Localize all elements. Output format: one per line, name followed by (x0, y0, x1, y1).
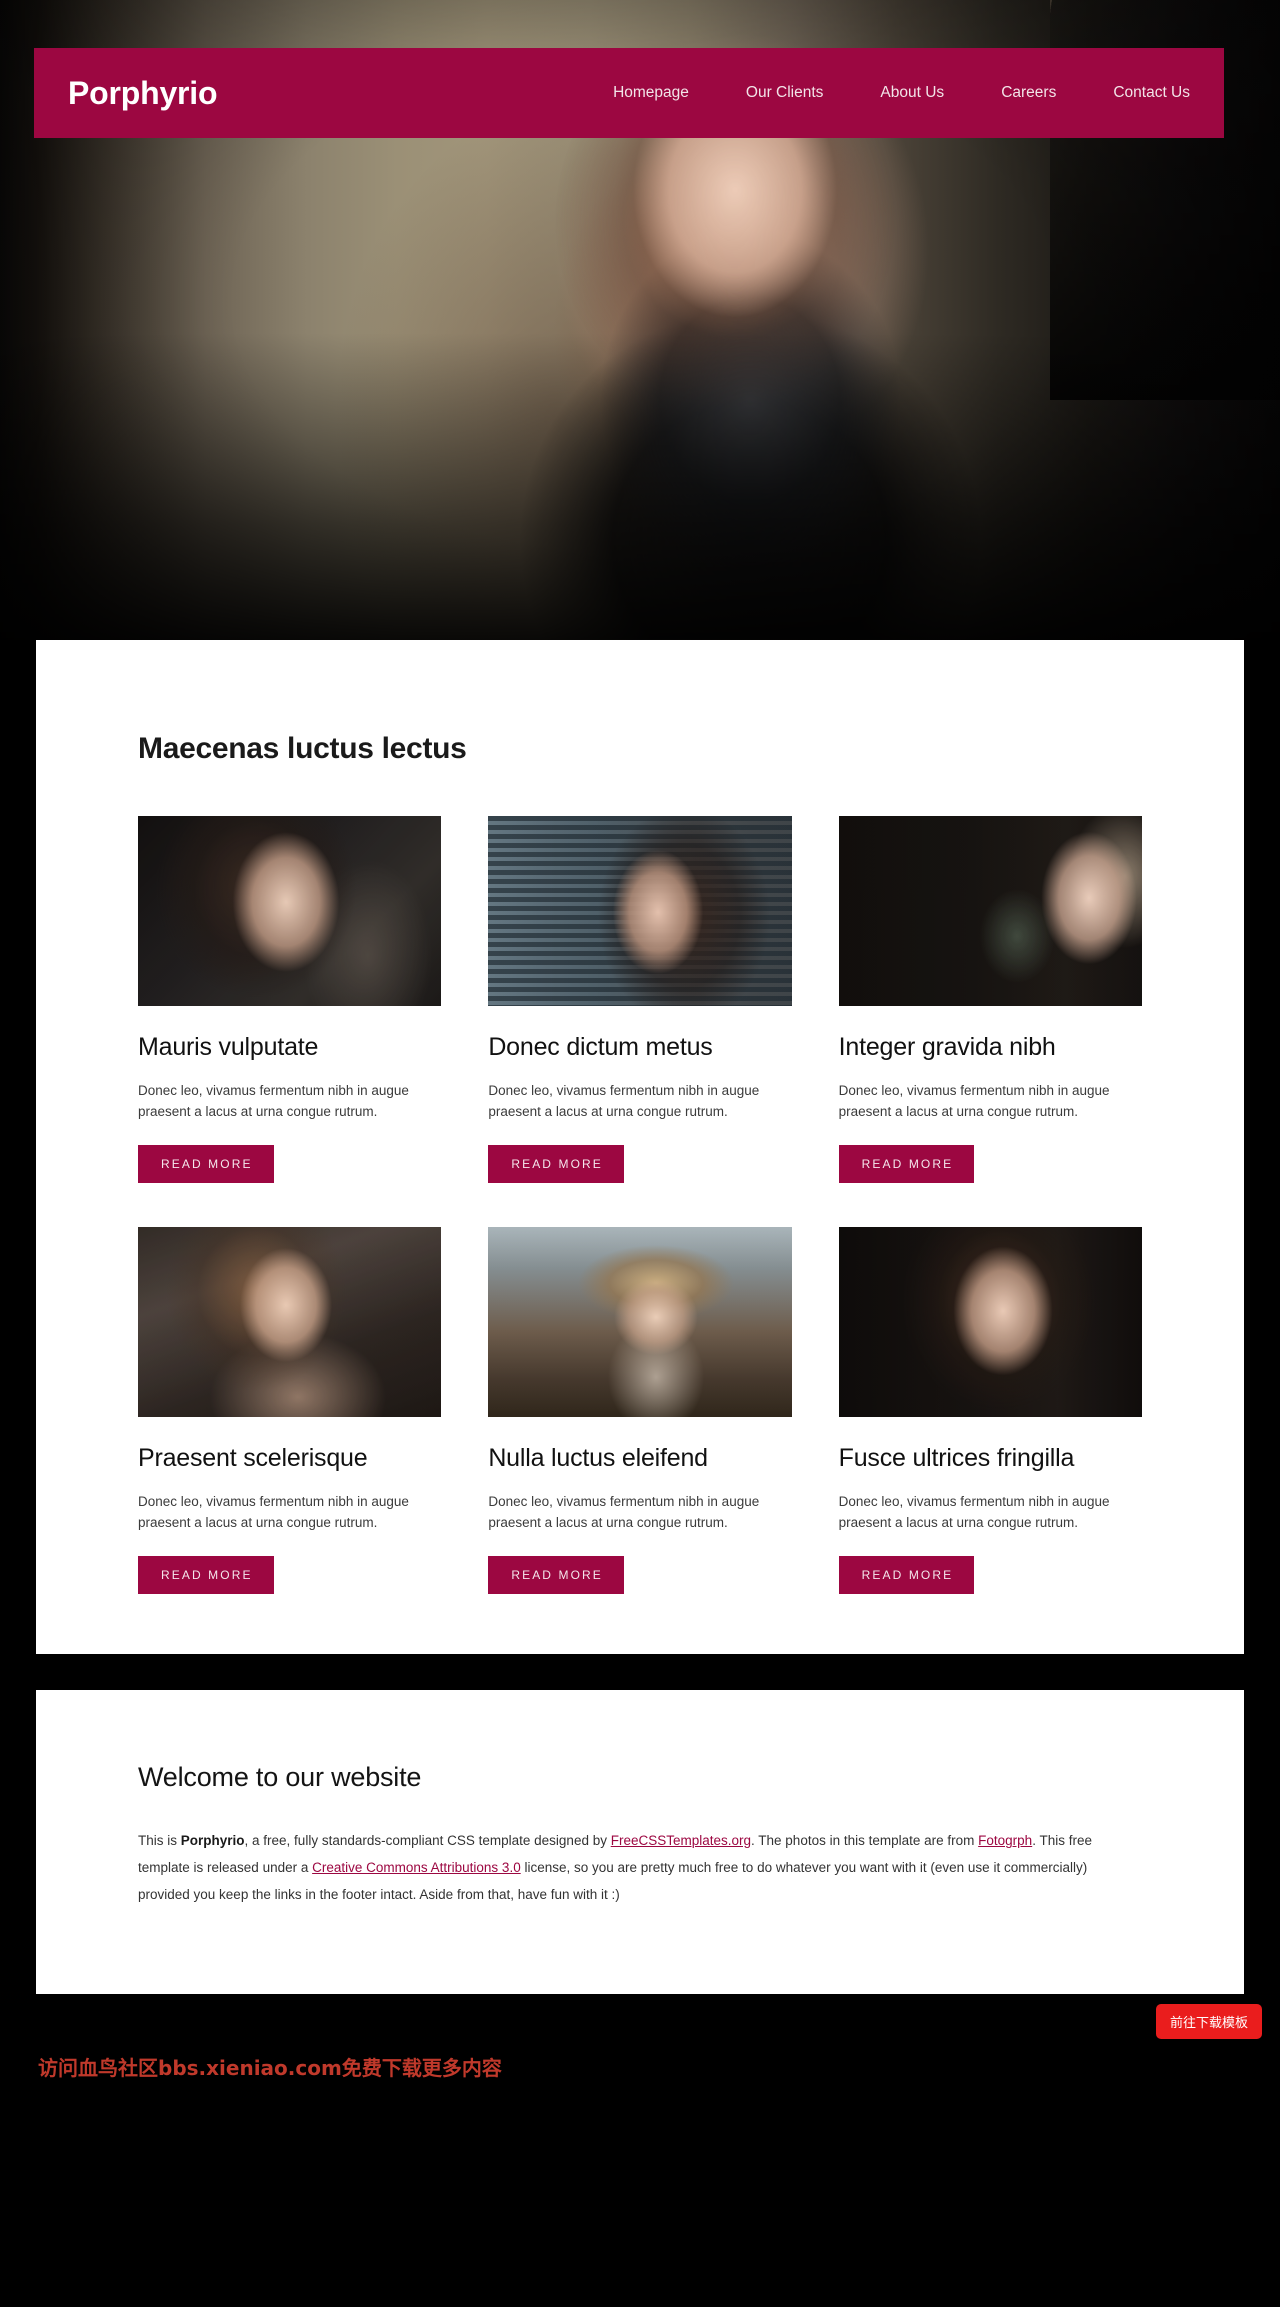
nav-item-our-clients[interactable]: Our Clients (746, 84, 824, 102)
card-item: Mauris vulputate Donec leo, vivamus ferm… (138, 816, 442, 1184)
card-item: Nulla luctus eleifend Donec leo, vivamus… (488, 1227, 792, 1595)
read-more-button[interactable]: READ MORE (838, 1145, 975, 1184)
footer-panel: Welcome to our website This is Porphyrio… (36, 1690, 1244, 1995)
photo-portrait-woman-window-blinds (488, 816, 792, 1006)
footer-text-part2: , a free, fully standards-compliant CSS … (244, 1833, 611, 1849)
footer-title: Welcome to our website (138, 1762, 422, 1793)
main-navigation: Homepage Our Clients About Us Careers Co… (613, 84, 1190, 102)
card-description: Donec leo, vivamus fermentum nibh in aug… (138, 1083, 409, 1119)
card-item: Donec dictum metus Donec leo, vivamus fe… (488, 816, 792, 1184)
read-more-button[interactable]: READ MORE (838, 1556, 975, 1595)
card-title: Nulla luctus eleifend (488, 1444, 708, 1473)
card-item: Integer gravida nibh Donec leo, vivamus … (838, 816, 1142, 1184)
card-thumbnail-1[interactable] (138, 816, 442, 1006)
card-description: Donec leo, vivamus fermentum nibh in aug… (838, 1494, 1110, 1530)
card-thumbnail-6[interactable] (838, 1227, 1142, 1418)
watermark-bar: 访问血鸟社区bbs.xieniao.com免费下载更多内容 前往下载模板 (0, 1994, 1280, 2135)
read-more-button[interactable]: READ MORE (488, 1556, 624, 1595)
footer-text-part3: . The photos in this template are from (751, 1833, 979, 1849)
read-more-button[interactable]: READ MORE (488, 1145, 624, 1184)
download-template-button[interactable]: 前往下载模板 (1155, 2004, 1262, 2040)
photo-portrait-woman-dark-profile (138, 816, 442, 1006)
card-description: Donec leo, vivamus fermentum nibh in aug… (838, 1083, 1110, 1119)
card-title: Praesent scelerisque (138, 1444, 368, 1473)
read-more-button[interactable]: READ MORE (138, 1556, 274, 1595)
card-item: Fusce ultrices fringilla Donec leo, viva… (838, 1227, 1142, 1595)
nav-item-about-us[interactable]: About Us (880, 84, 944, 102)
card-title: Fusce ultrices fringilla (838, 1444, 1075, 1473)
card-thumbnail-5[interactable] (488, 1227, 792, 1418)
card-grid: Mauris vulputate Donec leo, vivamus ferm… (138, 816, 1142, 1595)
footer-brand-name: Porphyrio (180, 1833, 245, 1849)
footer-text-part1: This is (138, 1833, 181, 1849)
link-creative-commons[interactable]: Creative Commons Attributions 3.0 (312, 1860, 521, 1875)
link-fotogrph[interactable]: Fotogrph (978, 1833, 1032, 1848)
card-description: Donec leo, vivamus fermentum nibh in aug… (138, 1494, 409, 1530)
photo-portrait-woman-straw-hat (488, 1227, 792, 1418)
card-thumbnail-2[interactable] (488, 816, 792, 1006)
hero-banner: Porphyrio Homepage Our Clients About Us … (0, 0, 1280, 640)
card-item: Praesent scelerisque Donec leo, vivamus … (138, 1227, 442, 1595)
card-title: Donec dictum metus (488, 1033, 713, 1061)
nav-item-contact-us[interactable]: Contact Us (1113, 84, 1190, 102)
link-freecsstemplates[interactable]: FreeCSSTemplates.org (611, 1833, 751, 1848)
card-title: Integer gravida nibh (838, 1033, 1056, 1061)
card-description: Donec leo, vivamus fermentum nibh in aug… (488, 1494, 760, 1530)
photo-portrait-woman-warm-light (138, 1227, 442, 1418)
card-title: Mauris vulputate (138, 1033, 319, 1061)
photo-portrait-blonde-woman-plant (838, 816, 1142, 1006)
watermark-site-text: 访问血鸟社区bbs.xieniao.com免费下载更多内容 (38, 2056, 502, 2081)
photo-portrait-woman-dark-background (838, 1227, 1142, 1418)
site-logo[interactable]: Porphyrio (68, 75, 218, 112)
card-thumbnail-4[interactable] (138, 1227, 442, 1418)
section-divider (0, 1654, 1280, 1691)
site-header: Porphyrio Homepage Our Clients About Us … (34, 48, 1224, 138)
card-description: Donec leo, vivamus fermentum nibh in aug… (488, 1083, 760, 1119)
main-content-panel: Maecenas luctus lectus Mauris vulputate … (36, 640, 1244, 1655)
read-more-button[interactable]: READ MORE (138, 1145, 274, 1184)
nav-item-careers[interactable]: Careers (1001, 84, 1056, 102)
nav-item-homepage[interactable]: Homepage (613, 84, 689, 102)
page-title: Maecenas luctus lectus (138, 732, 467, 765)
card-thumbnail-3[interactable] (838, 816, 1142, 1006)
footer-description: This is Porphyrio, a free, fully standar… (138, 1827, 1142, 1908)
